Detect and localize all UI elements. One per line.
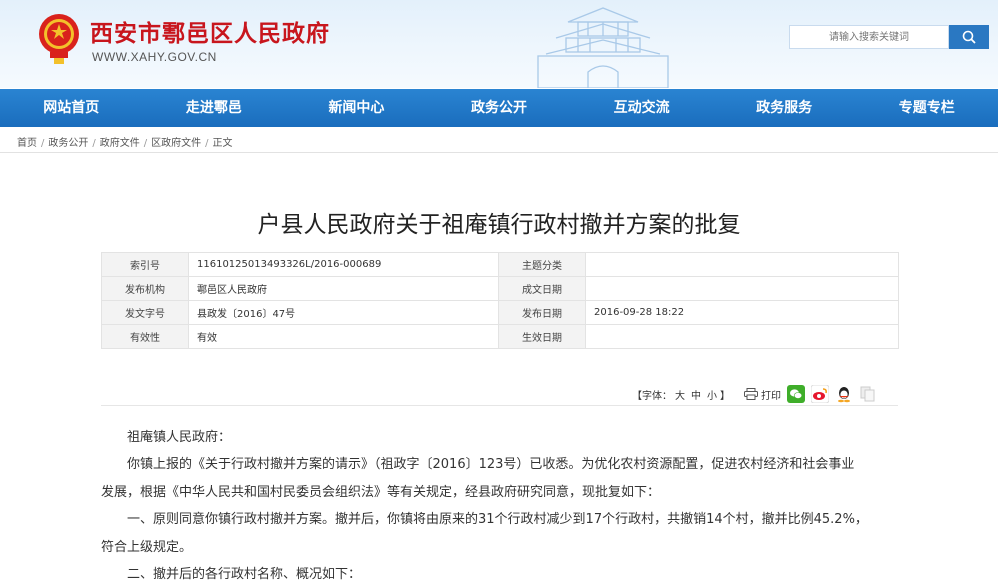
doc-number-label: 发文字号 xyxy=(101,300,189,325)
tools-divider xyxy=(101,405,898,406)
nav-item-services[interactable]: 政务服务 xyxy=(713,89,856,127)
nav-item-news[interactable]: 新闻中心 xyxy=(285,89,428,127)
breadcrumb: 首页 / 政务公开 / 政府文件 / 区政府文件 / 正文 xyxy=(17,134,233,149)
search-button[interactable] xyxy=(949,25,989,49)
paragraph-3-line-1: 二、撤并后的各行政村名称、概况如下： xyxy=(127,567,362,582)
breadcrumb-separator: / xyxy=(143,138,148,149)
qq-share-icon[interactable] xyxy=(835,385,853,403)
font-size-controls: 【字体：大中小】 xyxy=(632,387,730,402)
print-label: 打印 xyxy=(761,390,781,402)
weibo-share-icon[interactable] xyxy=(811,385,829,403)
breadcrumb-separator: / xyxy=(92,138,96,149)
print-button[interactable]: 打印 xyxy=(744,387,781,402)
effective-date-label: 生效日期 xyxy=(498,324,586,349)
drum-tower-illustration xyxy=(537,7,669,88)
national-emblem-icon xyxy=(39,14,79,64)
font-size-small[interactable]: 小 xyxy=(707,391,717,402)
nav-item-gov-affairs[interactable]: 政务公开 xyxy=(428,89,571,127)
breadcrumb-separator: / xyxy=(41,138,45,149)
document-meta-table: 索引号 11610125013493326L/2016-000689 主题分类 … xyxy=(101,252,899,349)
breadcrumb-current: 正文 xyxy=(212,138,233,149)
validity-value: 有效 xyxy=(188,324,499,349)
nav-item-topics[interactable]: 专题专栏 xyxy=(855,89,998,127)
font-size-large[interactable]: 大 xyxy=(675,391,685,402)
search-input[interactable] xyxy=(789,25,949,49)
site-url: WWW.XAHY.GOV.CN xyxy=(92,50,217,64)
table-row: 发文字号 县政发〔2016〕47号 发布日期 2016-09-28 18:22 xyxy=(101,300,899,325)
publish-date-value: 2016-09-28 18:22 xyxy=(585,300,899,325)
header-divider xyxy=(0,152,998,153)
breadcrumb-gov-affairs[interactable]: 政务公开 xyxy=(48,138,88,149)
article-title: 户县人民政府关于祖庵镇行政村撤并方案的批复 xyxy=(257,212,741,238)
article-tools: 【字体：大中小】 打印 xyxy=(632,385,877,403)
search-icon xyxy=(962,30,976,44)
font-size-label: 【字体： xyxy=(632,390,672,402)
paragraph-2-line-2: 符合上级规定。 xyxy=(101,540,193,555)
index-label: 索引号 xyxy=(101,252,189,277)
printer-icon xyxy=(744,388,758,400)
breadcrumb-district-docs[interactable]: 区政府文件 xyxy=(151,138,201,149)
publish-date-label: 发布日期 xyxy=(498,300,586,325)
index-value: 11610125013493326L/2016-000689 xyxy=(188,252,499,277)
nav-item-home[interactable]: 网站首页 xyxy=(0,89,143,127)
nav-item-about[interactable]: 走进鄠邑 xyxy=(143,89,286,127)
publisher-value: 鄠邑区人民政府 xyxy=(188,276,499,301)
paragraph-1-line-2: 发展，根据《中华人民共和国村民委员会组织法》等有关规定，经县政府研究同意，现批复… xyxy=(101,485,661,500)
doc-number-value: 县政发〔2016〕47号 xyxy=(188,300,499,325)
site-title[interactable]: 西安市鄠邑区人民政府 xyxy=(90,14,330,48)
breadcrumb-gov-docs[interactable]: 政府文件 xyxy=(100,138,140,149)
font-size-medium[interactable]: 中 xyxy=(691,391,701,402)
salutation: 祖庵镇人民政府： xyxy=(127,430,232,445)
copy-link-icon[interactable] xyxy=(859,385,877,403)
written-date-label: 成文日期 xyxy=(498,276,586,301)
site-header: 西安市鄠邑区人民政府 WWW.XAHY.GOV.CN xyxy=(0,0,998,88)
breadcrumb-separator: / xyxy=(205,138,209,149)
table-row: 发布机构 鄠邑区人民政府 成文日期 xyxy=(101,276,899,301)
written-date-value xyxy=(585,276,899,301)
validity-label: 有效性 xyxy=(101,324,189,349)
wechat-share-icon[interactable] xyxy=(787,385,805,403)
topic-label: 主题分类 xyxy=(498,252,586,277)
main-nav: 网站首页 走进鄠邑 新闻中心 政务公开 互动交流 政务服务 专题专栏 xyxy=(0,89,998,127)
publisher-label: 发布机构 xyxy=(101,276,189,301)
paragraph-1-line-1: 你镇上报的《关于行政村撤并方案的请示》（祖政字〔2016〕123号）已收悉。为优… xyxy=(127,457,855,472)
breadcrumb-home[interactable]: 首页 xyxy=(17,138,37,149)
paragraph-2-line-1: 一、原则同意你镇行政村撤并方案。撤并后，你镇将由原来的31个行政村减少到17个行… xyxy=(127,512,868,527)
table-row: 索引号 11610125013493326L/2016-000689 主题分类 xyxy=(101,252,899,277)
effective-date-value xyxy=(585,324,899,349)
nav-item-interaction[interactable]: 互动交流 xyxy=(570,89,713,127)
font-size-close: 】 xyxy=(720,390,730,402)
topic-value xyxy=(585,252,899,277)
table-row: 有效性 有效 生效日期 xyxy=(101,324,899,349)
